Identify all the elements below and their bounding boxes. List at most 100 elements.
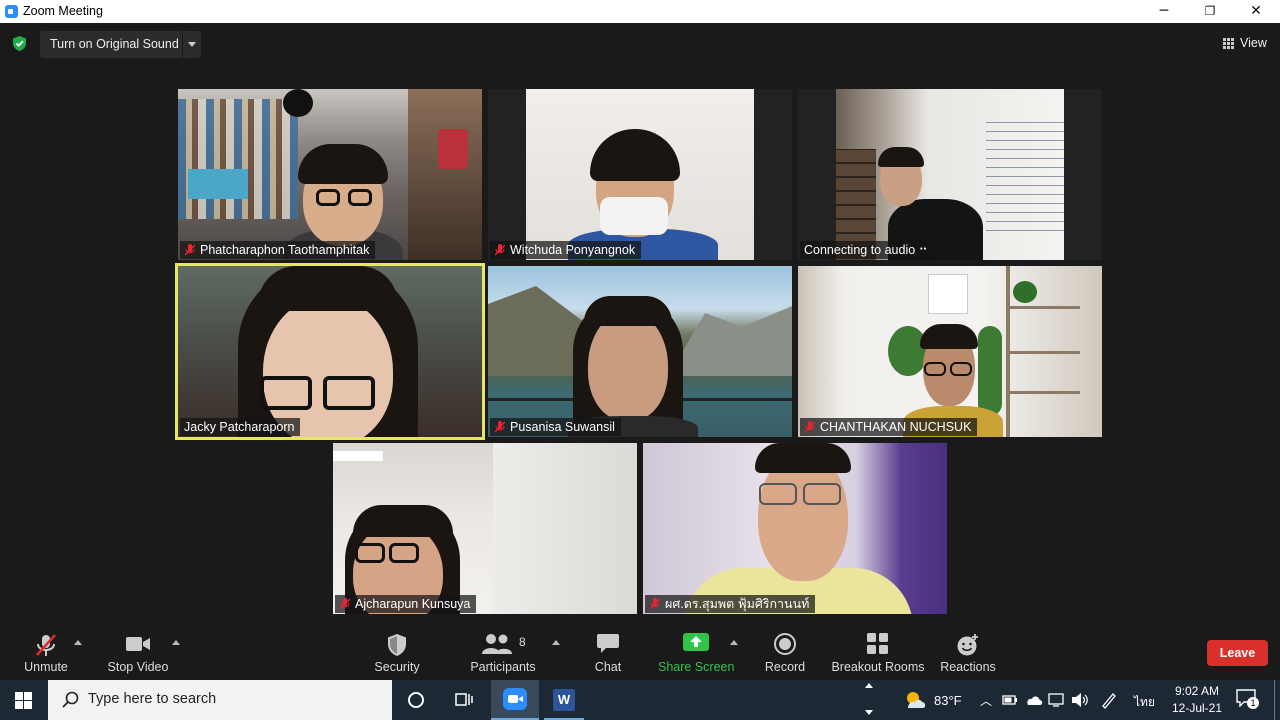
reactions-button[interactable]: Reactions <box>938 626 998 680</box>
view-label: View <box>1240 36 1267 50</box>
video-tile[interactable]: CHANTHAKAN NUCHSUK <box>798 266 1102 437</box>
unmute-label: Unmute <box>24 660 68 674</box>
breakout-rooms-button[interactable]: Breakout Rooms <box>830 626 926 680</box>
muted-mic-icon <box>650 598 660 610</box>
video-options-caret-icon[interactable] <box>172 640 180 645</box>
reactions-emoji-icon <box>957 634 978 656</box>
participants-count: 8 <box>519 635 526 649</box>
participant-name: Phatcharaphon Taothamphitak <box>200 243 370 257</box>
chevron-down-icon[interactable] <box>188 42 196 47</box>
participant-name: ผศ.ดร.สุมพต ฟุ้มศิริกานนท์ <box>665 597 810 611</box>
chat-bubble-icon <box>597 634 619 653</box>
meeting-controls-toolbar: Unmute Stop Video Security 8 Participant… <box>0 626 1280 680</box>
muted-mic-icon <box>495 244 505 256</box>
participants-icon <box>482 634 512 654</box>
restore-button[interactable]: ❐ <box>1187 0 1233 23</box>
participants-caret-icon[interactable] <box>552 640 560 645</box>
share-screen-label: Share Screen <box>658 660 735 674</box>
share-screen-button[interactable]: Share Screen <box>658 626 734 680</box>
taskbar-word-app[interactable]: W <box>540 680 588 720</box>
volume-icon[interactable] <box>1071 692 1089 708</box>
windows-start-icon[interactable] <box>15 692 32 709</box>
stop-video-label: Stop Video <box>107 660 169 674</box>
unmute-button[interactable]: Unmute <box>16 626 76 680</box>
input-language-indicator[interactable]: ไทย <box>1134 693 1155 712</box>
video-tile[interactable]: Connecting to audio ⠒ <box>798 89 1102 260</box>
notification-count-badge: 1 <box>1247 697 1259 709</box>
divider <box>182 31 183 58</box>
record-icon <box>774 633 796 655</box>
security-button[interactable]: Security <box>368 626 426 680</box>
share-screen-icon <box>683 633 709 651</box>
original-sound-label: Turn on Original Sound <box>50 37 179 51</box>
mic-muted-icon <box>36 634 56 656</box>
record-label: Record <box>764 660 806 674</box>
cortana-icon[interactable] <box>407 691 425 709</box>
reactions-label: Reactions <box>940 660 996 674</box>
network-icon[interactable] <box>1048 692 1066 708</box>
participant-name: CHANTHAKAN NUCHSUK <box>820 420 972 434</box>
participant-name-tag: Witchuda Ponyangnok <box>490 241 642 259</box>
participant-name-tag: Connecting to audio ⠒ <box>800 241 934 259</box>
onedrive-cloud-icon[interactable] <box>1025 693 1043 707</box>
taskbar-zoom-app[interactable] <box>491 680 539 720</box>
minimize-button[interactable]: ─ <box>1141 0 1187 23</box>
participant-name: Jacky Patcharaporn <box>184 420 295 434</box>
taskbar-scroll-arrows[interactable] <box>860 680 880 720</box>
clock-date: 12-Jul-21 <box>1171 701 1223 715</box>
security-label: Security <box>374 660 420 674</box>
view-button[interactable]: View <box>1216 31 1272 55</box>
participants-button[interactable]: 8 Participants <box>470 626 536 680</box>
close-button[interactable]: ✕ <box>1233 0 1279 23</box>
word-icon: W <box>553 689 575 711</box>
security-shield-icon <box>388 634 406 656</box>
video-tile[interactable]: Ajcharapun Kunsuya <box>333 443 637 614</box>
record-button[interactable]: Record <box>762 626 808 680</box>
battery-icon[interactable] <box>1002 693 1018 707</box>
participant-name-tag: Phatcharaphon Taothamphitak <box>180 241 376 259</box>
zoom-taskbar-icon <box>503 688 527 710</box>
window-titlebar: Zoom Meeting ─ ❐ ✕ <box>0 0 1280 23</box>
participant-name: Ajcharapun Kunsuya <box>355 597 471 611</box>
original-sound-button[interactable]: Turn on Original Sound <box>40 31 201 58</box>
participant-name-tag: Jacky Patcharaporn <box>180 418 301 436</box>
action-center-button[interactable]: 1 <box>1236 689 1259 711</box>
video-tile-active-speaker[interactable]: Jacky Patcharaporn <box>175 263 485 440</box>
weather-icon[interactable] <box>903 690 927 710</box>
muted-mic-icon <box>495 421 505 433</box>
video-tile[interactable]: Pusanisa Suwansil <box>488 266 792 437</box>
search-placeholder: Type here to search <box>88 691 217 707</box>
grid-view-icon <box>1223 38 1234 49</box>
stop-video-button[interactable]: Stop Video <box>104 626 172 680</box>
share-options-caret-icon[interactable] <box>730 640 738 645</box>
weather-temperature[interactable]: 83°F <box>934 693 962 708</box>
participant-name-tag: Ajcharapun Kunsuya <box>335 595 477 613</box>
audio-options-caret-icon[interactable] <box>74 640 82 645</box>
participant-name: Pusanisa Suwansil <box>510 420 615 434</box>
windows-taskbar: Type here to search W 83°F ︿ ไทย 9:02 AM… <box>0 680 1280 720</box>
show-hidden-icons-chevron[interactable]: ︿ <box>980 692 992 709</box>
chat-label: Chat <box>594 660 622 674</box>
task-view-icon[interactable] <box>455 691 473 709</box>
show-desktop-divider[interactable] <box>1274 680 1275 720</box>
muted-mic-icon <box>185 244 195 256</box>
participants-label: Participants <box>470 660 536 674</box>
video-tile[interactable]: Phatcharaphon Taothamphitak <box>178 89 482 260</box>
participant-name: Connecting to audio ⠒ <box>804 243 928 257</box>
breakout-rooms-label: Breakout Rooms <box>831 660 925 674</box>
muted-mic-icon <box>805 421 815 433</box>
taskbar-clock[interactable]: 9:02 AM 12-Jul-21 <box>1166 680 1228 720</box>
participant-name-tag: ผศ.ดร.สุมพต ฟุ้มศิริกานนท์ <box>645 595 816 613</box>
zoom-app-icon <box>5 5 18 18</box>
participant-name-tag: CHANTHAKAN NUCHSUK <box>800 418 978 436</box>
video-tile[interactable]: Witchuda Ponyangnok <box>488 89 792 260</box>
search-icon <box>62 691 79 708</box>
pen-workspace-icon[interactable] <box>1100 691 1118 709</box>
video-tile[interactable]: ผศ.ดร.สุมพต ฟุ้มศิริกานนท์ <box>643 443 947 614</box>
clock-time: 9:02 AM <box>1174 684 1220 698</box>
encryption-shield-icon[interactable] <box>11 35 28 52</box>
chat-button[interactable]: Chat <box>588 626 628 680</box>
taskbar-search-box[interactable]: Type here to search <box>48 680 392 720</box>
leave-meeting-button[interactable]: Leave <box>1207 640 1268 666</box>
video-camera-icon <box>126 637 150 651</box>
